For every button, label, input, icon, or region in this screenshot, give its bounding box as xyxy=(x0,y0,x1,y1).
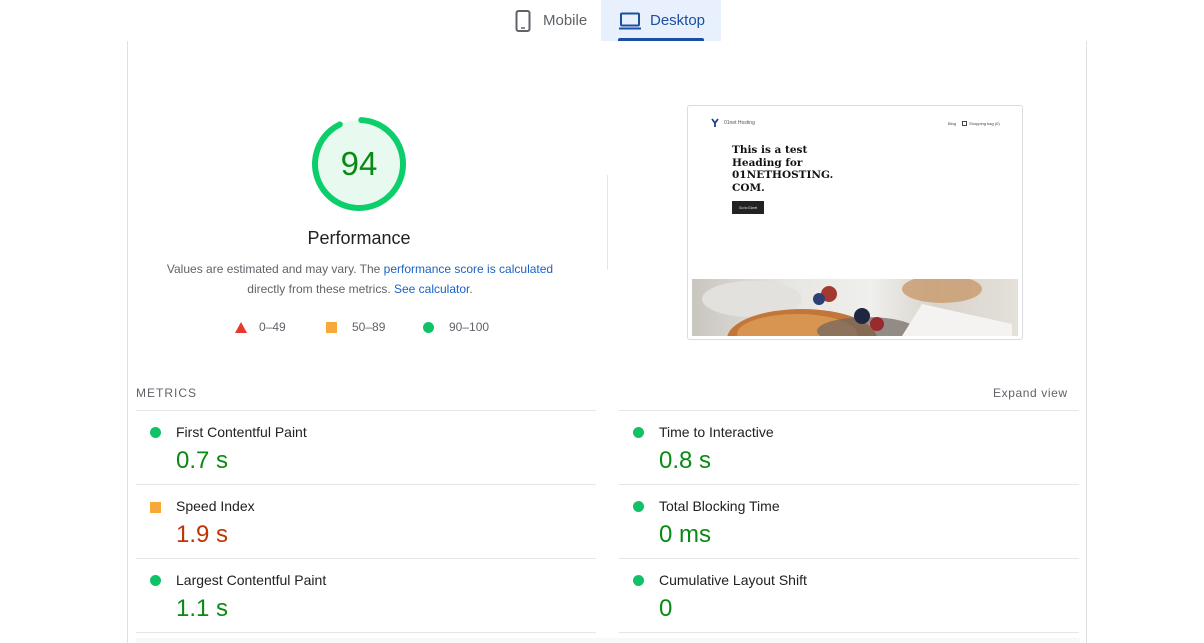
next-section-edge xyxy=(136,638,1080,643)
nav-shopping-bag: Shopping bag (0) xyxy=(969,121,1000,126)
pass-circle-icon xyxy=(633,501,644,512)
tab-desktop-label: Desktop xyxy=(650,12,706,29)
tab-desktop[interactable]: Desktop xyxy=(601,0,721,41)
score-description: Values are estimated and may vary. The p… xyxy=(140,259,580,299)
legend-pass: 90–100 xyxy=(423,320,489,334)
tab-mobile-label: Mobile xyxy=(543,12,588,29)
metrics-divider xyxy=(619,632,1079,633)
pass-circle-icon xyxy=(150,427,161,438)
performance-gauge: 94 xyxy=(310,115,408,213)
site-cta-button: Go to 01net xyxy=(732,201,764,214)
site-nav: Blog Shopping bag (0) xyxy=(948,121,1000,126)
site-logo: 01net Hosting xyxy=(711,118,755,128)
pass-circle-icon xyxy=(633,575,644,586)
vertical-divider xyxy=(607,175,608,270)
average-square-icon xyxy=(150,502,161,513)
metrics-title: METRICS xyxy=(136,386,197,400)
tab-mobile[interactable]: Mobile xyxy=(505,0,600,41)
legend-pass-range: 90–100 xyxy=(449,320,490,334)
metric-largest-contentful-paint: Largest Contentful Paint 1.1 s xyxy=(136,558,596,632)
gauge-label: Performance xyxy=(307,228,411,248)
legend-fail-range: 0–49 xyxy=(259,320,286,334)
score-legend: 0–49 50–89 90–100 xyxy=(0,318,700,334)
metric-name: Cumulative Layout Shift xyxy=(659,572,807,588)
circle-icon xyxy=(423,321,434,333)
see-calculator-link[interactable]: See calculator xyxy=(394,282,469,296)
pass-circle-icon xyxy=(150,575,161,586)
metric-name: Speed Index xyxy=(176,498,255,514)
mobile-phone-icon xyxy=(511,9,535,33)
site-name: 01net Hosting xyxy=(724,120,755,126)
metric-value: 0 ms xyxy=(659,521,712,548)
metric-value: 0.7 s xyxy=(176,447,229,474)
metric-name: Time to Interactive xyxy=(659,424,774,440)
metric-value: 1.9 s xyxy=(176,521,229,548)
metric-total-blocking-time: Total Blocking Time 0 ms xyxy=(619,484,1079,558)
legend-average-range: 50–89 xyxy=(352,320,386,334)
score-calculated-link[interactable]: performance score is calculated xyxy=(384,262,553,276)
metric-name: First Contentful Paint xyxy=(176,424,307,440)
description-text: Values are estimated and may vary. The xyxy=(166,262,384,276)
final-screenshot[interactable]: 01net Hosting Blog Shopping bag (0) This… xyxy=(687,105,1023,340)
pass-circle-icon xyxy=(633,427,644,438)
description-period: . xyxy=(469,282,473,296)
performance-score: 94 xyxy=(340,145,378,182)
metric-speed-index: Speed Index 1.9 s xyxy=(136,484,596,558)
metric-time-to-interactive: Time to Interactive 0.8 s xyxy=(619,410,1079,484)
nav-blog: Blog xyxy=(948,121,957,126)
site-heading: This is a test Heading for 01NETHOSTING.… xyxy=(732,144,834,194)
legend-average: 50–89 xyxy=(326,320,385,334)
square-icon xyxy=(326,321,337,333)
triangle-icon xyxy=(235,321,247,333)
metric-value: 0.8 s xyxy=(659,447,712,474)
metric-cumulative-layout-shift: Cumulative Layout Shift 0 xyxy=(619,558,1079,632)
legend-fail: 0–49 xyxy=(235,320,286,334)
description-text-2: directly from these metrics. xyxy=(247,282,394,296)
logo-icon xyxy=(711,118,719,127)
hero-image xyxy=(692,279,1018,336)
device-tabs: Mobile Desktop xyxy=(0,0,1204,41)
expand-view-button[interactable]: Expand view xyxy=(993,386,1068,400)
metric-first-contentful-paint: First Contentful Paint 0.7 s xyxy=(136,410,596,484)
shopping-bag-icon xyxy=(962,121,968,126)
metric-value: 1.1 s xyxy=(176,595,229,622)
metric-value: 0 xyxy=(659,595,673,622)
metrics-divider xyxy=(136,632,596,633)
desktop-laptop-icon xyxy=(618,9,642,33)
metric-name: Total Blocking Time xyxy=(659,498,780,514)
metric-name: Largest Contentful Paint xyxy=(176,572,327,588)
